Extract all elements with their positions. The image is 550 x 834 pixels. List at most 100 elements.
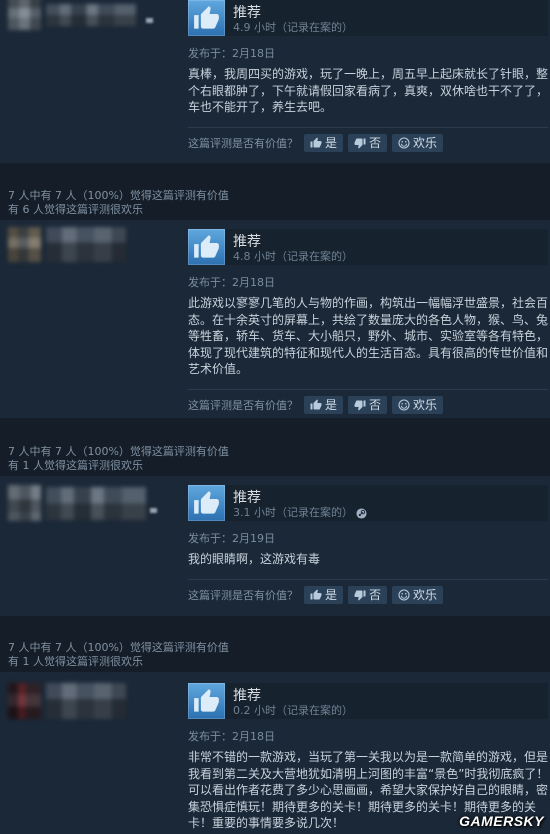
review-text-line: 我看到第二关及大营地犹如清明上河图的丰富“景色”时我彻底疯了！	[188, 766, 549, 781]
watermark: GAMERSKY	[459, 813, 544, 829]
vote-funny-button[interactable]: 欢乐	[392, 133, 444, 152]
review-text-line: 真棒，我周四买的游戏，玩了一晚上，周五早上起床就长了针眼，整	[188, 67, 549, 81]
vote-no-label: 否	[369, 397, 382, 412]
vote-no-button[interactable]: 否	[348, 395, 388, 414]
posted-date: 发布于：2月18日	[188, 47, 275, 60]
avatar[interactable]	[8, 227, 41, 262]
vote-yes-label: 是	[325, 587, 338, 602]
thumbs-up-icon[interactable]	[188, 683, 225, 719]
playtime: 4.8 小时（记录在案的）	[233, 250, 353, 264]
divider	[188, 388, 548, 390]
review-header: 7 人中有 7 人（100%）觉得这篇评测有价值 有 1 人觉得这篇评测很欢乐	[0, 442, 550, 476]
thumbs-down-icon	[354, 400, 366, 410]
divider	[188, 126, 548, 128]
review-text-line: 态。在十余英寸的屏幕上，共绘了数量庞大的各色人物，猴、鸟、兔	[188, 312, 549, 327]
thumbs-up-icon	[310, 137, 322, 147]
avatar[interactable]	[8, 683, 41, 719]
playtime-text: 3.1 小时（记录在案的）	[233, 506, 353, 519]
review-card: 推荐 4.8 小时（记录在案的） 发布于：2月18日 此游戏以寥寥几笔的人与物的…	[0, 220, 550, 418]
helpful-count: 7 人中有 7 人（100%）觉得这篇评测有价值	[8, 445, 229, 458]
review-card: 推荐 4.9 小时（记录在案的） 发布于：2月18日 真棒，我周四买的游戏，玩了…	[0, 0, 550, 163]
review-text-line: 等牲畜，轿车、货车、大小船只，野外、城市、实验室等各有特色，	[188, 329, 549, 343]
review-card: 推荐 0.2 小时（记录在案的） 发布于：2月18日 非常不错的一款游戏，当玩了…	[0, 672, 550, 834]
posted-date: 发布于：2月19日	[188, 532, 275, 545]
username-blurred[interactable]	[46, 4, 136, 26]
feedback-prompt: 这篇评测是否有价值？	[188, 398, 298, 412]
vote-yes-label: 是	[325, 397, 338, 412]
vote-funny-label: 欢乐	[413, 587, 438, 602]
user-badge-icon	[150, 508, 157, 513]
user-badge-icon	[146, 18, 153, 23]
vote-no-button[interactable]: 否	[348, 585, 388, 604]
thumbs-down-icon	[354, 138, 366, 148]
thumbs-up-icon	[310, 589, 322, 599]
review-text-line: 车也不能开了，养生去吧。	[188, 100, 333, 114]
playtime-text: 4.9 小时（记录在案的）	[233, 21, 353, 34]
review-content: 推荐 4.8 小时（记录在案的） 发布于：2月18日 此游戏以寥寥几笔的人与物的…	[188, 229, 548, 414]
review-text-line: 体现了现代建筑的特征和现代人的生活百态。具有很高的传世价值和	[188, 345, 549, 360]
playtime-text: 0.2 小时（记录在案的）	[233, 704, 353, 717]
smiley-icon	[398, 588, 410, 601]
smiley-icon	[398, 136, 410, 149]
review-text-line: 我的眼睛啊，这游戏有毒	[188, 552, 321, 566]
vote-header: 推荐 4.8 小时（记录在案的）	[188, 229, 548, 265]
feedback-bar: 这篇评测是否有价值？ 是 否 欢乐	[188, 395, 548, 414]
recommendation-label[interactable]: 推荐	[233, 688, 261, 704]
review-text-line: 此游戏以寥寥几笔的人与物的作画，构筑出一幅幅浮世盛景，社会百	[188, 296, 549, 310]
vote-header: 推荐 0.2 小时（记录在案的）	[188, 683, 548, 719]
thumbs-up-icon[interactable]	[188, 485, 225, 521]
review-content: 推荐 0.2 小时（记录在案的） 发布于：2月18日 非常不错的一款游戏，当玩了…	[188, 683, 548, 832]
vote-funny-button[interactable]: 欢乐	[392, 395, 444, 414]
thumbs-up-icon[interactable]	[188, 229, 225, 265]
feedback-bar: 这篇评测是否有价值？ 是 否 欢乐	[188, 133, 548, 152]
review-card: 推荐 3.1 小时（记录在案的） 发布于：2月19日 我的眼睛啊，这游戏有毒 这…	[0, 476, 550, 616]
review-content: 推荐 4.9 小时（记录在案的） 发布于：2月18日 真棒，我周四买的游戏，玩了…	[188, 0, 548, 152]
feedback-prompt: 这篇评测是否有价值？	[188, 588, 298, 602]
avatar[interactable]	[8, 485, 41, 521]
review-text: 真棒，我周四买的游戏，玩了一晚上，周五早上起床就长了针眼，整 个右眼都肿了，下午…	[188, 66, 548, 116]
thumbs-up-icon	[310, 399, 322, 409]
review-text-line: 艺术价值。	[188, 362, 249, 376]
username-blurred[interactable]	[46, 227, 126, 262]
vote-yes-button[interactable]: 是	[304, 585, 344, 604]
review-header: 7 人中有 7 人（100%）觉得这篇评测有价值 有 6 人觉得这篇评测很欢乐	[0, 186, 550, 220]
vote-no-button[interactable]: 否	[348, 133, 388, 152]
helpful-count: 7 人中有 7 人（100%）觉得这篇评测有价值	[8, 189, 229, 202]
review-content: 推荐 3.1 小时（记录在案的） 发布于：2月19日 我的眼睛啊，这游戏有毒 这…	[188, 485, 548, 604]
review-header: 7 人中有 7 人（100%）觉得这篇评测有价值 有 1 人觉得这篇评测很欢乐	[0, 638, 550, 672]
steam-icon	[356, 507, 367, 519]
vote-funny-label: 欢乐	[413, 397, 438, 412]
reviews-page: 推荐 4.9 小时（记录在案的） 发布于：2月18日 真棒，我周四买的游戏，玩了…	[0, 0, 550, 834]
recommendation-label[interactable]: 推荐	[233, 5, 261, 21]
divider	[188, 578, 548, 580]
vote-funny-button[interactable]: 欢乐	[392, 585, 444, 604]
helpful-count: 7 人中有 7 人（100%）觉得这篇评测有价值	[8, 641, 229, 654]
vote-header: 推荐 4.9 小时（记录在案的）	[188, 0, 548, 36]
vote-yes-button[interactable]: 是	[304, 133, 344, 152]
funny-count: 有 1 人觉得这篇评测很欢乐	[8, 655, 143, 668]
vote-no-label: 否	[369, 135, 382, 150]
username-blurred[interactable]	[46, 683, 126, 719]
review-text: 此游戏以寥寥几笔的人与物的作画，构筑出一幅幅浮世盛景，社会百 态。在十余英寸的屏…	[188, 295, 548, 378]
vote-yes-label: 是	[325, 135, 338, 150]
funny-count: 有 1 人觉得这篇评测很欢乐	[8, 459, 143, 472]
recommendation-label[interactable]: 推荐	[233, 490, 261, 506]
thumbs-up-icon[interactable]	[188, 0, 225, 36]
playtime: 4.9 小时（记录在案的）	[233, 21, 353, 35]
recommendation-label[interactable]: 推荐	[233, 234, 261, 250]
review-text-line: 非常不错的一款游戏，当玩了第一关我以为是一款简单的游戏，但是	[188, 750, 549, 764]
avatar[interactable]	[8, 0, 41, 30]
playtime: 3.1 小时（记录在案的）	[233, 506, 367, 520]
vote-funny-label: 欢乐	[413, 135, 438, 150]
posted-date: 发布于：2月18日	[188, 730, 275, 743]
username-blurred[interactable]	[46, 487, 146, 520]
feedback-bar: 这篇评测是否有价值？ 是 否 欢乐	[188, 585, 548, 604]
funny-count: 有 6 人觉得这篇评测很欢乐	[8, 203, 143, 216]
review-text-line: 个右眼都肿了，下午就请假回家看病了，真爽，双休啥也干不了了，	[188, 83, 549, 98]
playtime-text: 4.8 小时（记录在案的）	[233, 250, 353, 263]
playtime: 0.2 小时（记录在案的）	[233, 704, 353, 718]
review-text-line: 可以看出作者花费了多少心思画画，希望大家保护好自己的眼睛，密	[188, 783, 549, 797]
smiley-icon	[398, 398, 410, 411]
vote-yes-button[interactable]: 是	[304, 395, 344, 414]
vote-no-label: 否	[369, 587, 382, 602]
